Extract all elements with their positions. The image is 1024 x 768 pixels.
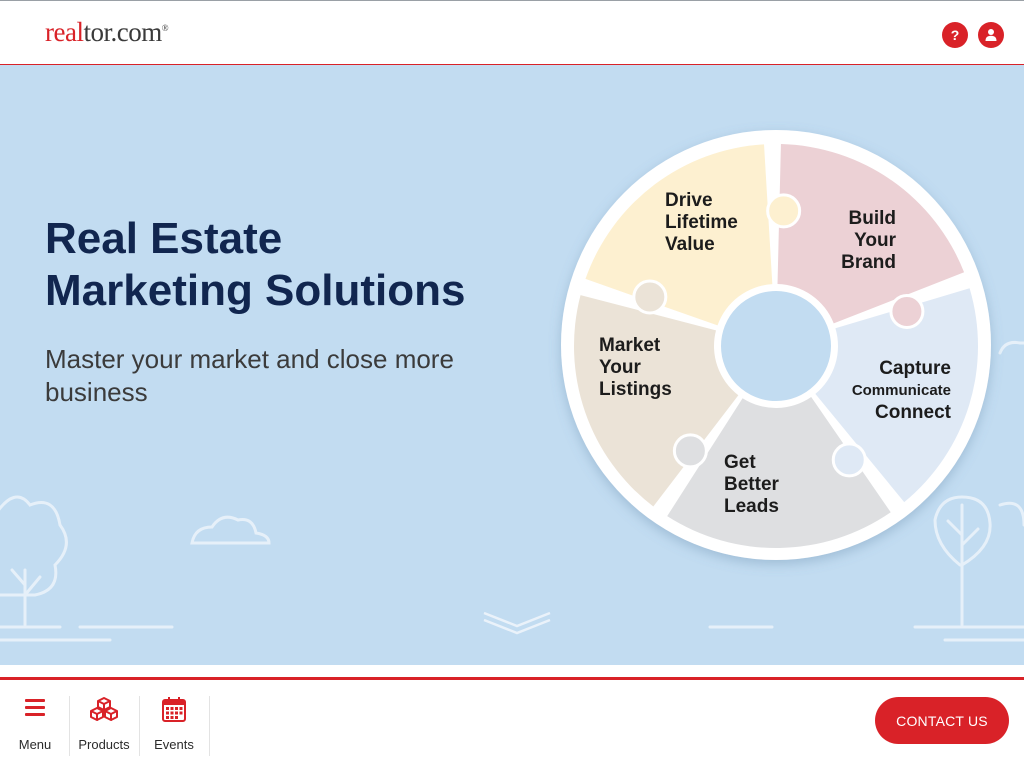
help-button[interactable]: ?	[942, 22, 968, 48]
segment-label-drive-lifetime-value[interactable]: Drive Lifetime Value	[665, 190, 738, 256]
puzzle-knob	[831, 442, 867, 478]
title-line-2: Marketing Solutions	[45, 266, 466, 315]
site-header: realtor.com® ?	[0, 0, 1024, 65]
scroll-down-icon[interactable]	[481, 610, 553, 636]
nav-products-label: Products	[78, 737, 130, 752]
puzzle-knob	[889, 294, 925, 330]
calendar-icon	[162, 697, 186, 722]
page-title: Real Estate Marketing Solutions	[45, 213, 545, 317]
cubes-icon	[90, 697, 118, 721]
nav-menu[interactable]: Menu	[0, 696, 70, 756]
puzzle-knob	[632, 279, 668, 315]
nav-divider	[209, 696, 210, 756]
realtor-logo[interactable]: realtor.com®	[45, 17, 169, 48]
contact-us-button[interactable]: CONTACT US	[875, 697, 1009, 744]
puzzle-knob	[672, 433, 708, 469]
hero-banner: Real Estate Marketing Solutions Master y…	[0, 65, 1024, 665]
help-icon: ?	[950, 27, 960, 43]
logo-text-red: real	[45, 17, 84, 47]
account-button[interactable]	[978, 22, 1004, 48]
segment-label-capture-communicate-connect[interactable]: Capture Communicate Connect	[826, 358, 951, 424]
nav-products[interactable]: Products	[69, 696, 139, 756]
bottom-nav-bar: Menu Products Events CONTACT US	[0, 677, 1024, 768]
segment-label-get-better-leads[interactable]: Get Better Leads	[724, 452, 779, 518]
nav-events-label: Events	[154, 737, 194, 752]
logo-registered-mark: ®	[161, 23, 169, 33]
segment-label-build-your-brand[interactable]: Build Your Brand	[800, 208, 896, 274]
title-line-1: Real Estate	[45, 214, 283, 263]
logo-text-dark: tor.com	[83, 17, 162, 47]
user-icon	[985, 29, 997, 41]
hamburger-icon	[25, 699, 45, 716]
segment-label-market-your-listings[interactable]: Market Your Listings	[599, 335, 672, 401]
puzzle-knob	[766, 193, 802, 229]
nav-menu-label: Menu	[18, 737, 52, 752]
nav-events[interactable]: Events	[139, 696, 209, 756]
wheel-center	[715, 285, 837, 407]
page-subtitle: Master your market and close more busine…	[45, 344, 454, 407]
